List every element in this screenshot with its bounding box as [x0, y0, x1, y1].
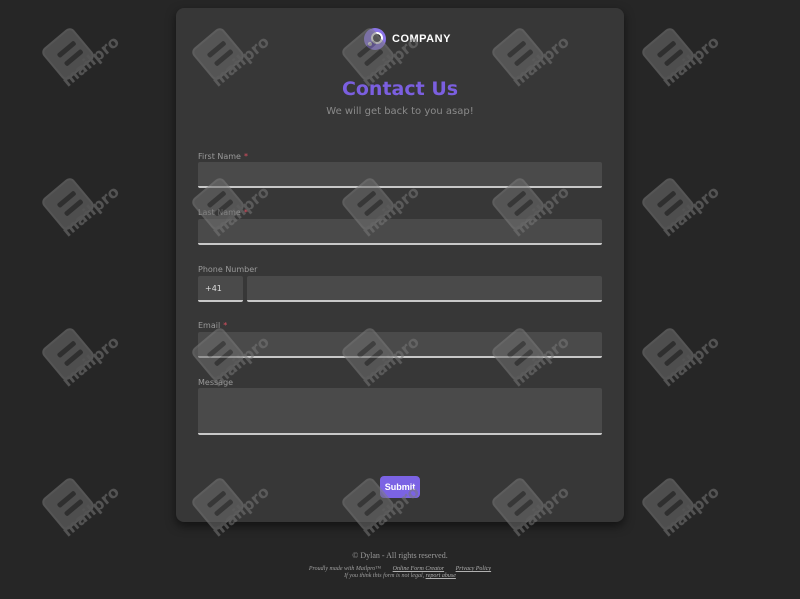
- message-field[interactable]: [198, 388, 602, 435]
- copyright-text: © Dylan - All rights reserved.: [352, 551, 448, 560]
- required-marker: *: [223, 321, 228, 330]
- legal-line: If you think this form is not legal, rep…: [0, 573, 800, 579]
- watermark-text: mailpro: [658, 481, 723, 541]
- phone-number-label: Phone Number: [198, 265, 257, 274]
- message-label: Message: [198, 378, 233, 387]
- mailpro-watermark: mailpro: [39, 25, 130, 120]
- watermark-text: mailpro: [658, 331, 723, 391]
- mailpro-logo-icon: [639, 325, 697, 383]
- page-subtitle: We will get back to you asap!: [326, 106, 474, 117]
- watermark-text: mailpro: [58, 31, 123, 91]
- mailpro-logo-icon: [639, 175, 697, 233]
- submit-button[interactable]: Submit: [380, 476, 420, 498]
- required-marker: *: [243, 208, 248, 217]
- mailpro-logo-icon: [639, 475, 697, 533]
- privacy-policy-link[interactable]: Privacy Policy: [456, 566, 491, 572]
- first-name-field[interactable]: [198, 162, 602, 188]
- mailpro-logo-icon: [39, 325, 97, 383]
- email-label-text: Email: [198, 321, 221, 330]
- mailpro-logo-icon: [39, 475, 97, 533]
- page: COMPANY Contact Us We will get back to y…: [0, 0, 800, 599]
- phone-number-field[interactable]: [247, 276, 602, 302]
- company-logo-icon: [364, 28, 386, 50]
- page-title: Contact Us: [341, 78, 459, 100]
- made-with-line: Proudly made with Mailpro™ Online Form C…: [0, 566, 800, 572]
- last-name-label: Last Name *: [198, 208, 248, 217]
- watermark-text: mailpro: [658, 31, 723, 91]
- mailpro-watermark: mailpro: [639, 175, 730, 270]
- mailpro-logo-icon: [39, 25, 97, 83]
- contact-form-card: COMPANY Contact Us We will get back to y…: [176, 8, 624, 522]
- email-label: Email *: [198, 321, 227, 330]
- mailpro-watermark: mailpro: [39, 325, 130, 420]
- watermark-text: mailpro: [58, 181, 123, 241]
- last-name-label-text: Last Name: [198, 208, 241, 217]
- page-footer: © Dylan - All rights reserved. Proudly m…: [0, 551, 800, 579]
- watermark-text: mailpro: [658, 181, 723, 241]
- online-form-creator-link[interactable]: Online Form Creator: [393, 566, 444, 572]
- legal-text: If you think this form is not legal,: [344, 573, 425, 579]
- watermark-text: mailpro: [58, 331, 123, 391]
- email-field[interactable]: [198, 332, 602, 358]
- first-name-label: First Name *: [198, 152, 248, 161]
- mailpro-logo-icon: [39, 175, 97, 233]
- company-name: COMPANY: [392, 33, 451, 45]
- mailpro-logo-icon: [639, 25, 697, 83]
- last-name-field[interactable]: [198, 219, 602, 245]
- mailpro-watermark: mailpro: [639, 325, 730, 420]
- company-logo: COMPANY: [364, 27, 451, 51]
- first-name-label-text: First Name: [198, 152, 241, 161]
- mailpro-watermark: mailpro: [39, 175, 130, 270]
- mailpro-watermark: mailpro: [639, 25, 730, 120]
- phone-number-label-text: Phone Number: [198, 265, 258, 274]
- message-label-text: Message: [198, 378, 234, 387]
- made-with-text: Proudly made with Mailpro™: [308, 566, 382, 572]
- country-code-select[interactable]: +41: [198, 276, 243, 302]
- required-marker: *: [243, 152, 248, 161]
- report-abuse-link[interactable]: report abuse: [426, 573, 456, 579]
- watermark-text: mailpro: [58, 481, 123, 541]
